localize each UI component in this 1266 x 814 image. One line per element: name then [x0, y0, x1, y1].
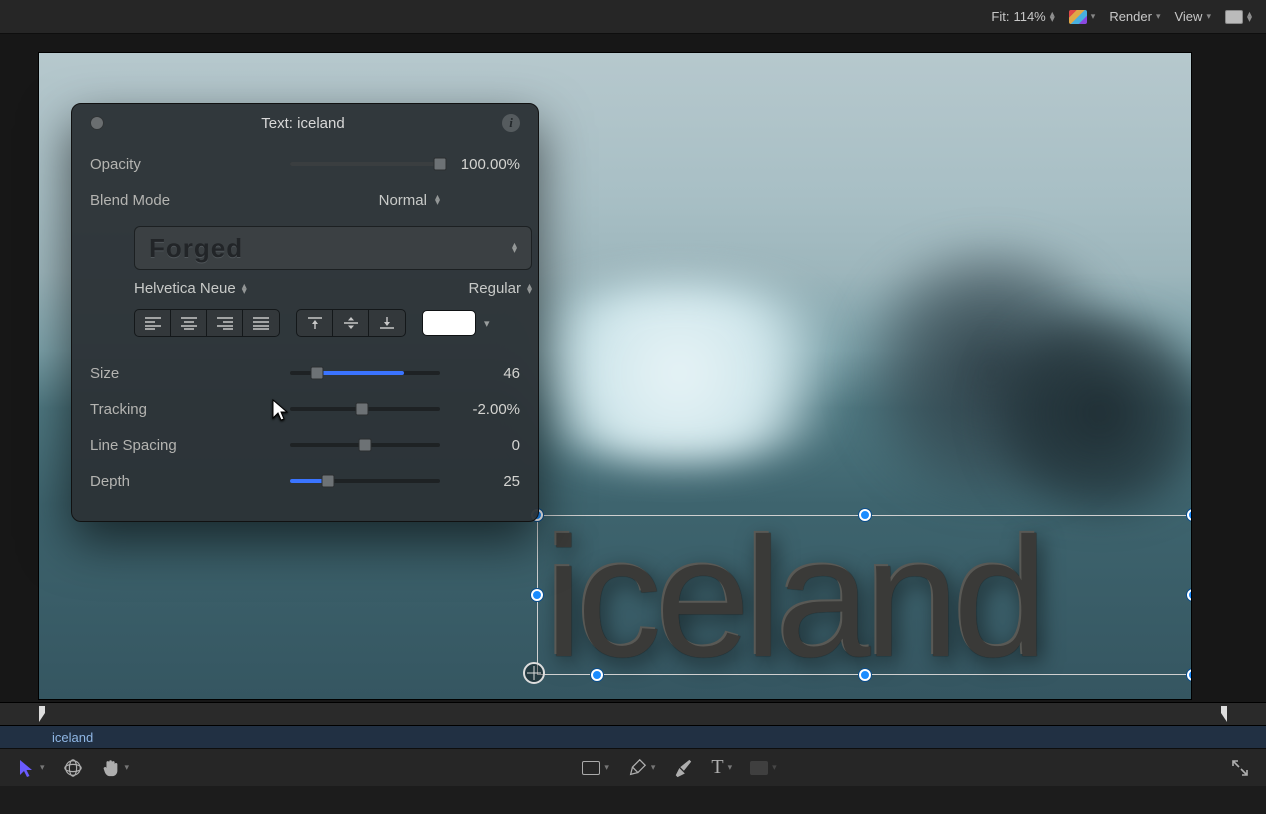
anchor-point-icon[interactable]: [523, 662, 545, 684]
updown-icon: ▴▾: [527, 284, 532, 294]
chevron-down-icon: ▾: [728, 762, 733, 773]
rectangle-icon: [582, 761, 600, 775]
font-family-menu[interactable]: Helvetica Neue ▴▾: [134, 280, 247, 297]
chevron-down-icon: ▾: [40, 762, 45, 773]
viewer-layout-menu[interactable]: ▴▾: [1225, 10, 1252, 24]
chevron-down-icon: ▾: [125, 762, 130, 773]
depth-value[interactable]: 25: [440, 473, 520, 490]
mini-timeline-clip[interactable]: iceland: [0, 726, 1266, 748]
line-spacing-value[interactable]: 0: [440, 437, 520, 454]
text-tool[interactable]: T ▾: [711, 756, 732, 779]
chevron-down-icon: ▾: [1091, 11, 1096, 22]
resize-handle[interactable]: [859, 669, 871, 681]
font-weight-value: Regular: [468, 280, 521, 297]
opacity-label: Opacity: [90, 156, 220, 173]
mini-timeline-ruler[interactable]: [0, 702, 1266, 726]
align-center-button[interactable]: [171, 310, 207, 336]
horizontal-align-group: [134, 309, 280, 337]
chevron-down-icon: ▾: [604, 762, 609, 773]
depth-label: Depth: [90, 473, 220, 490]
fit-label: Fit:: [991, 9, 1009, 24]
tracking-slider[interactable]: [290, 407, 440, 411]
tracking-label: Tracking: [90, 401, 220, 418]
style-name: Forged: [149, 233, 243, 264]
color-channel-icon: [1069, 10, 1087, 24]
opacity-value: 100.00%: [440, 156, 520, 173]
clip-name: iceland: [52, 730, 93, 745]
text-tool-icon: T: [711, 756, 723, 779]
chevron-down-icon: ▾: [1156, 11, 1161, 22]
pen-tool[interactable]: ▾: [627, 758, 656, 778]
chevron-down-icon: ▾: [1206, 11, 1211, 22]
font-weight-menu[interactable]: Regular ▴▾: [468, 280, 532, 297]
resize-handle[interactable]: [531, 589, 543, 601]
mask-icon: [750, 761, 768, 775]
valign-bottom-button[interactable]: [369, 310, 405, 336]
info-icon[interactable]: i: [502, 114, 520, 132]
valign-middle-button[interactable]: [333, 310, 369, 336]
size-label: Size: [90, 365, 220, 382]
tracking-value[interactable]: -2.00%: [440, 401, 520, 418]
in-point-marker-icon[interactable]: [38, 705, 50, 728]
updown-icon: ▴▾: [1050, 12, 1055, 22]
size-slider[interactable]: [290, 371, 440, 375]
fit-zoom-control[interactable]: Fit: 114% ▴▾: [991, 9, 1054, 24]
align-right-button[interactable]: [207, 310, 243, 336]
depth-slider[interactable]: [290, 479, 440, 483]
font-family-value: Helvetica Neue: [134, 280, 236, 297]
text-hud-panel: Text: iceland i Opacity 100.00% Blend Mo…: [71, 103, 539, 522]
chevron-down-icon[interactable]: ▾: [484, 317, 490, 330]
resize-handle[interactable]: [591, 669, 603, 681]
chevron-down-icon: ▾: [651, 762, 656, 773]
viewer-layout-icon: [1225, 10, 1243, 24]
view-menu[interactable]: View ▾: [1174, 9, 1210, 24]
resize-handle[interactable]: [1187, 669, 1192, 681]
updown-icon: ▴▾: [435, 195, 440, 205]
out-point-marker-icon[interactable]: [1216, 705, 1228, 728]
blend-mode-value: Normal: [379, 192, 427, 209]
hud-title: Text: iceland: [104, 115, 502, 132]
canvas-bottom-toolbar: ▾ ▾ ▾ ▾ T ▾ ▾: [0, 748, 1266, 786]
chevron-down-icon: ▾: [772, 762, 777, 773]
text-style-preset[interactable]: Forged ▴▾: [134, 226, 532, 270]
line-spacing-slider[interactable]: [290, 443, 440, 447]
viewer-top-toolbar: Fit: 114% ▴▾ ▾ Render ▾ View ▾ ▴▾: [0, 0, 1266, 34]
vertical-align-group: [296, 309, 406, 337]
valign-top-button[interactable]: [297, 310, 333, 336]
canvas-area: iceland Text: iceland i Opacity: [0, 34, 1266, 702]
resize-handle[interactable]: [859, 509, 871, 521]
text-color-well[interactable]: [422, 310, 476, 336]
opacity-slider[interactable]: [290, 162, 440, 166]
color-channel-menu[interactable]: ▾: [1069, 10, 1096, 24]
render-menu[interactable]: Render ▾: [1109, 9, 1160, 24]
align-justify-button[interactable]: [243, 310, 279, 336]
blend-mode-label: Blend Mode: [90, 192, 220, 209]
align-left-button[interactable]: [135, 310, 171, 336]
paint-tool[interactable]: [673, 758, 693, 778]
shape-tool[interactable]: ▾: [582, 761, 609, 775]
size-value[interactable]: 46: [440, 365, 520, 382]
updown-icon: ▴▾: [1247, 12, 1252, 22]
resize-handle[interactable]: [1187, 509, 1192, 521]
fullscreen-toggle[interactable]: [1230, 758, 1250, 778]
pan-tool[interactable]: ▾: [101, 758, 130, 778]
close-icon[interactable]: [90, 116, 104, 130]
view-label: View: [1174, 9, 1202, 24]
fit-value: 114%: [1013, 9, 1045, 24]
select-tool[interactable]: ▾: [16, 758, 45, 778]
mask-tool[interactable]: ▾: [750, 761, 777, 775]
line-spacing-label: Line Spacing: [90, 437, 220, 454]
resize-handle[interactable]: [1187, 589, 1192, 601]
blend-mode-menu[interactable]: Normal ▴▾: [220, 192, 440, 209]
3d-transform-tool[interactable]: [63, 758, 83, 778]
updown-icon: ▴▾: [242, 284, 247, 294]
updown-icon: ▴▾: [512, 243, 517, 253]
selection-bounding-box[interactable]: [537, 515, 1192, 675]
render-label: Render: [1109, 9, 1152, 24]
